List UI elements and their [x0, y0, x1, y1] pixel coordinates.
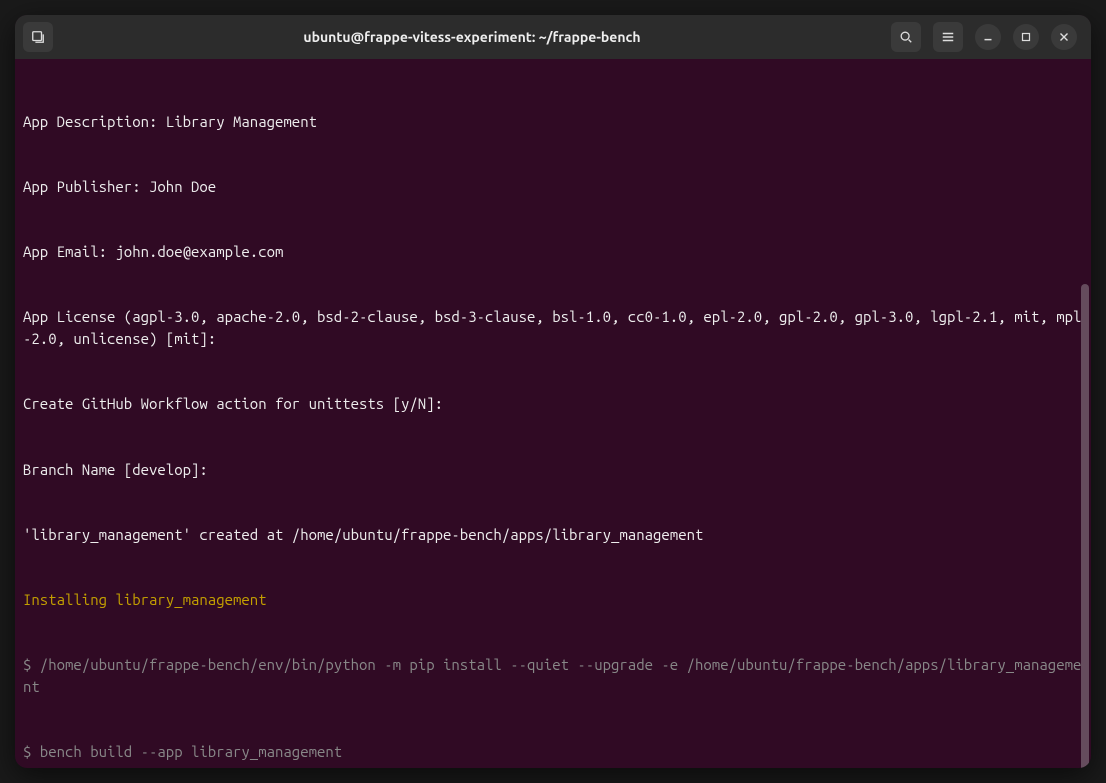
output-line: 'library_management' created at /home/ub…: [23, 524, 1089, 546]
close-icon: [1057, 30, 1071, 44]
output-line: $ /home/ubuntu/frappe-bench/env/bin/pyth…: [23, 654, 1089, 698]
minimize-button[interactable]: [975, 24, 1001, 50]
new-tab-button[interactable]: [23, 22, 53, 52]
scrollbar[interactable]: [1081, 284, 1089, 768]
hamburger-icon: [941, 30, 955, 44]
output-line: Branch Name [develop]:: [23, 459, 1089, 481]
minimize-icon: [981, 30, 995, 44]
titlebar: ubuntu@frappe-vitess-experiment: ~/frapp…: [15, 15, 1091, 59]
output-line: App Email: john.doe@example.com: [23, 241, 1089, 263]
maximize-button[interactable]: [1013, 24, 1039, 50]
maximize-icon: [1019, 30, 1033, 44]
terminal-window: ubuntu@frappe-vitess-experiment: ~/frapp…: [15, 15, 1091, 768]
output-line: App License (agpl-3.0, apache-2.0, bsd-2…: [23, 306, 1089, 350]
output-line: Installing library_management: [23, 589, 1089, 611]
output-line: App Publisher: John Doe: [23, 176, 1089, 198]
output-line: Create GitHub Workflow action for unitte…: [23, 393, 1089, 415]
search-icon: [899, 30, 913, 44]
terminal-content[interactable]: App Description: Library Management App …: [15, 59, 1091, 768]
output-line: $ bench build --app library_management: [23, 741, 1089, 763]
search-button[interactable]: [891, 22, 921, 52]
menu-button[interactable]: [933, 22, 963, 52]
close-button[interactable]: [1051, 24, 1077, 50]
window-title: ubuntu@frappe-vitess-experiment: ~/frapp…: [63, 29, 881, 45]
output-line: App Description: Library Management: [23, 111, 1089, 133]
